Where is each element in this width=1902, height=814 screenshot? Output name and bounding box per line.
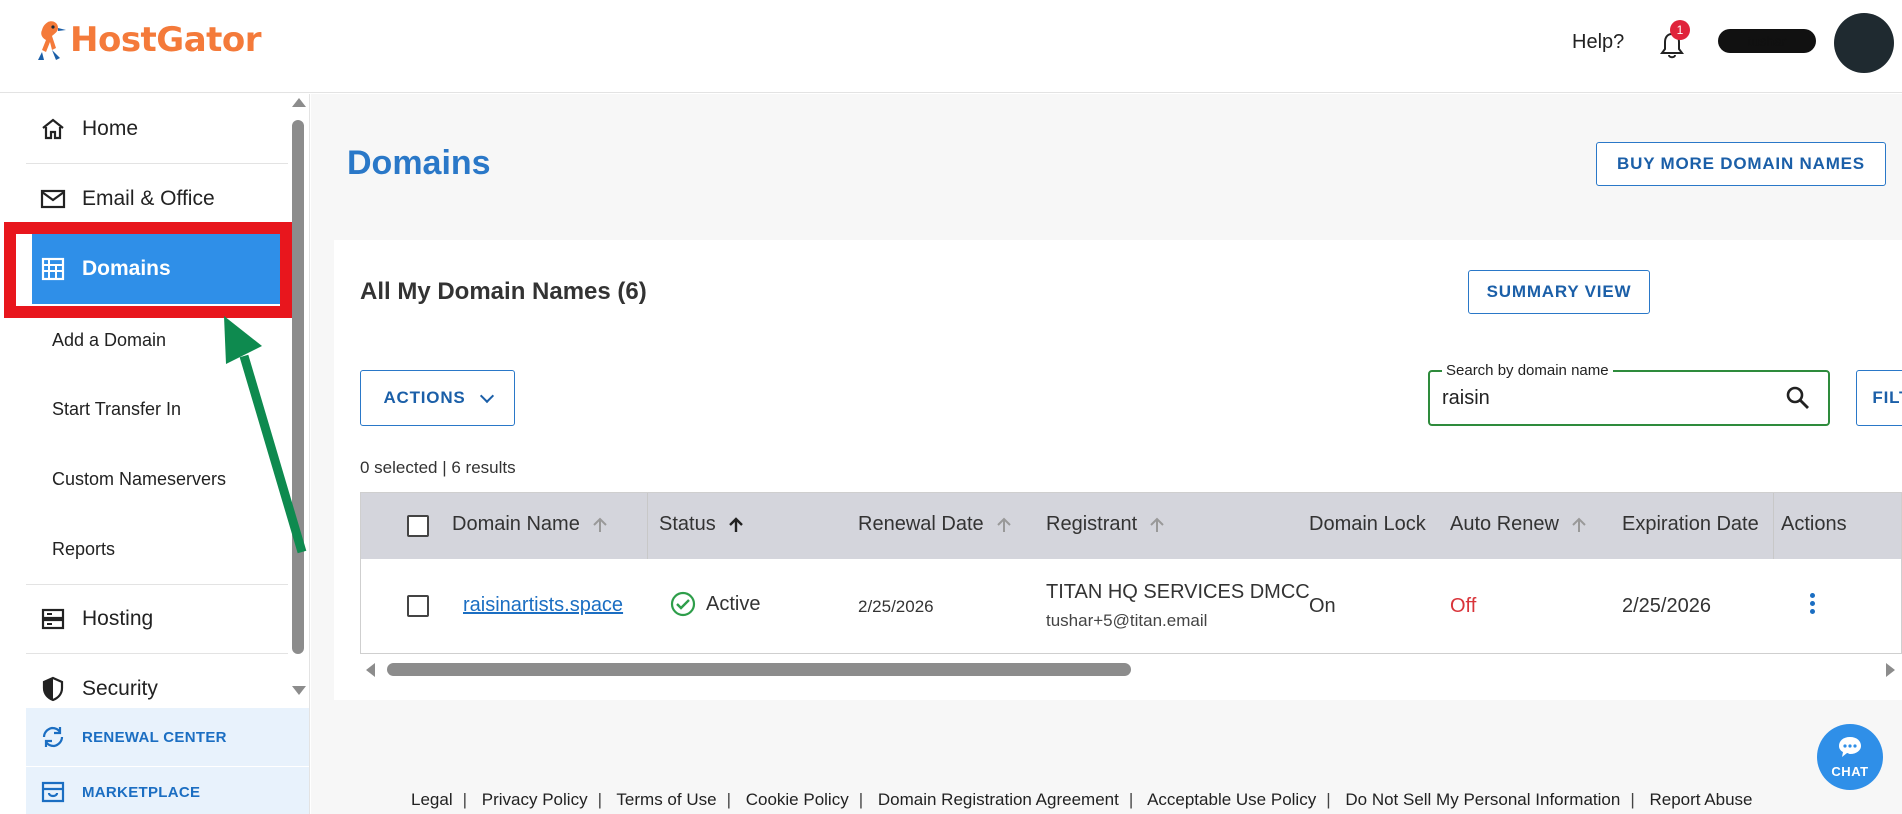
row-checkbox[interactable] [407,595,429,617]
check-circle-icon [670,591,696,617]
sort-arrow-icon[interactable] [1569,515,1589,535]
registrant-name: TITAN HQ SERVICES DMCC [1046,581,1310,603]
expiration-date: 2/25/2026 [1622,595,1711,617]
filters-button[interactable]: FILTERS [1856,370,1902,426]
domains-table: Domain Name Status Renewal Date Registra… [360,492,1902,654]
footer-link-legal[interactable]: Legal [411,790,453,809]
marketplace-icon [41,781,65,803]
scroll-thumb[interactable] [387,663,1131,676]
sidebar-item-label: Security [82,677,158,700]
hosting-icon [41,608,65,630]
domains-icon [41,257,65,281]
mail-icon [40,189,66,208]
sidebar-subitem-start-transfer[interactable]: Start Transfer In [52,399,181,420]
renew-icon [42,726,64,748]
chat-button[interactable]: CHAT [1817,724,1883,790]
domains-card: All My Domain Names (6) SUMMARY VIEW ACT… [334,240,1902,700]
footer-link-acceptable-use[interactable]: Acceptable Use Policy [1147,790,1316,809]
domain-link[interactable]: raisinartists.space [463,594,623,617]
column-header-registrant[interactable]: Registrant [1046,513,1167,536]
column-header-status[interactable]: Status [659,513,746,536]
sidebar-scroll-down[interactable] [292,686,306,695]
status-text: Active [706,592,761,615]
sidebar-item-email-office[interactable]: Email & Office [26,164,288,234]
footer-link-domain-agreement[interactable]: Domain Registration Agreement [878,790,1119,809]
result-count: 0 selected | 6 results [360,458,516,477]
footer-link-cookie[interactable]: Cookie Policy [746,790,849,809]
scroll-right-arrow[interactable] [1886,663,1895,677]
buy-more-domains-button[interactable]: BUY MORE DOMAIN NAMES [1596,142,1886,186]
sidebar-scrollbar[interactable] [292,120,304,654]
sidebar-subitem-add-domain[interactable]: Add a Domain [52,330,166,351]
avatar[interactable] [1834,13,1894,73]
promo-label: RENEWAL CENTER [82,728,227,746]
column-header-auto-renew[interactable]: Auto Renew [1450,513,1589,536]
sort-arrow-icon[interactable] [1147,515,1167,535]
column-header-actions: Actions [1781,513,1847,535]
sort-arrow-icon[interactable] [590,515,610,535]
table-horizontal-scrollbar[interactable] [360,660,1902,678]
home-icon [42,118,64,139]
marketplace-link[interactable]: MARKETPLACE [26,767,309,814]
footer-link-terms[interactable]: Terms of Use [616,790,716,809]
chat-bubble-icon [1839,737,1861,757]
search-label: Search by domain name [1442,362,1613,379]
search-field[interactable]: Search by domain name [1428,362,1830,426]
sidebar-item-hosting[interactable]: Hosting [26,584,288,654]
footer-link-privacy[interactable]: Privacy Policy [482,790,588,809]
gator-mascot-icon [38,21,66,60]
sidebar-subitem-custom-nameservers[interactable]: Custom Nameservers [52,469,226,490]
table-header: Domain Name Status Renewal Date Registra… [361,493,1901,559]
summary-view-button[interactable]: SUMMARY VIEW [1468,270,1650,314]
sidebar-item-domains[interactable]: Domains [26,234,288,304]
promo-label: MARKETPLACE [82,783,201,801]
sidebar-item-label: Domains [82,257,171,280]
search-input[interactable] [1442,384,1762,412]
top-header: HostGator Help? 1 tushar [0,0,1902,93]
footer-link-report-abuse[interactable]: Report Abuse [1649,790,1752,809]
select-all-checkbox[interactable] [407,515,429,537]
domain-lock-value: On [1309,595,1336,617]
logo-text: HostGator [70,20,262,60]
notification-badge: 1 [1670,20,1690,40]
card-title: All My Domain Names (6) [360,278,647,305]
active-indicator [26,234,32,304]
column-header-domain-name[interactable]: Domain Name [452,513,610,536]
column-header-domain-lock: Domain Lock [1309,513,1426,535]
more-actions-icon[interactable] [1810,593,1816,615]
hostgator-logo[interactable]: HostGator [34,18,262,62]
footer-link-do-not-sell[interactable]: Do Not Sell My Personal Information [1345,790,1620,809]
sidebar-item-home[interactable]: Home [26,94,288,164]
main-content: Domains BUY MORE DOMAIN NAMES All My Dom… [311,94,1902,814]
help-link[interactable]: Help? [1572,31,1624,54]
actions-dropdown-button[interactable]: ACTIONS [360,370,515,426]
sidebar-item-label: Home [82,116,139,140]
scroll-left-arrow[interactable] [366,663,375,677]
search-icon[interactable] [1784,384,1812,412]
renewal-date: 2/25/2026 [858,597,934,616]
chevron-down-icon [479,388,494,403]
sort-arrow-icon[interactable] [726,515,746,535]
sidebar-scroll-up[interactable] [292,98,306,107]
chat-label: CHAT [1831,764,1869,779]
username-redacted[interactable]: tushar [1718,29,1816,53]
column-header-expiration-date: Expiration Date [1622,513,1759,535]
footer-links: Legal | Privacy Policy | Terms of Use | Coo… [411,790,1753,809]
sidebar-item-label: Email & Office [82,186,215,210]
sidebar-item-label: Hosting [82,607,154,630]
page-title: Domains [347,144,491,182]
table-row: raisinartists.space Active 2/25/2026 TIT… [361,559,1901,653]
sidebar: Home Email & Office Domains Add a Domain… [26,94,310,814]
auto-renew-value[interactable]: Off [1450,595,1476,618]
registrant-email: tushar+5@titan.email [1046,611,1208,630]
shield-icon [42,676,64,702]
sort-arrow-icon[interactable] [994,515,1014,535]
status-cell: Active [670,591,760,617]
renewal-center-link[interactable]: RENEWAL CENTER [26,708,309,766]
column-header-renewal-date[interactable]: Renewal Date [858,513,1014,536]
sidebar-subitem-reports[interactable]: Reports [52,539,115,560]
actions-label: ACTIONS [383,388,466,407]
